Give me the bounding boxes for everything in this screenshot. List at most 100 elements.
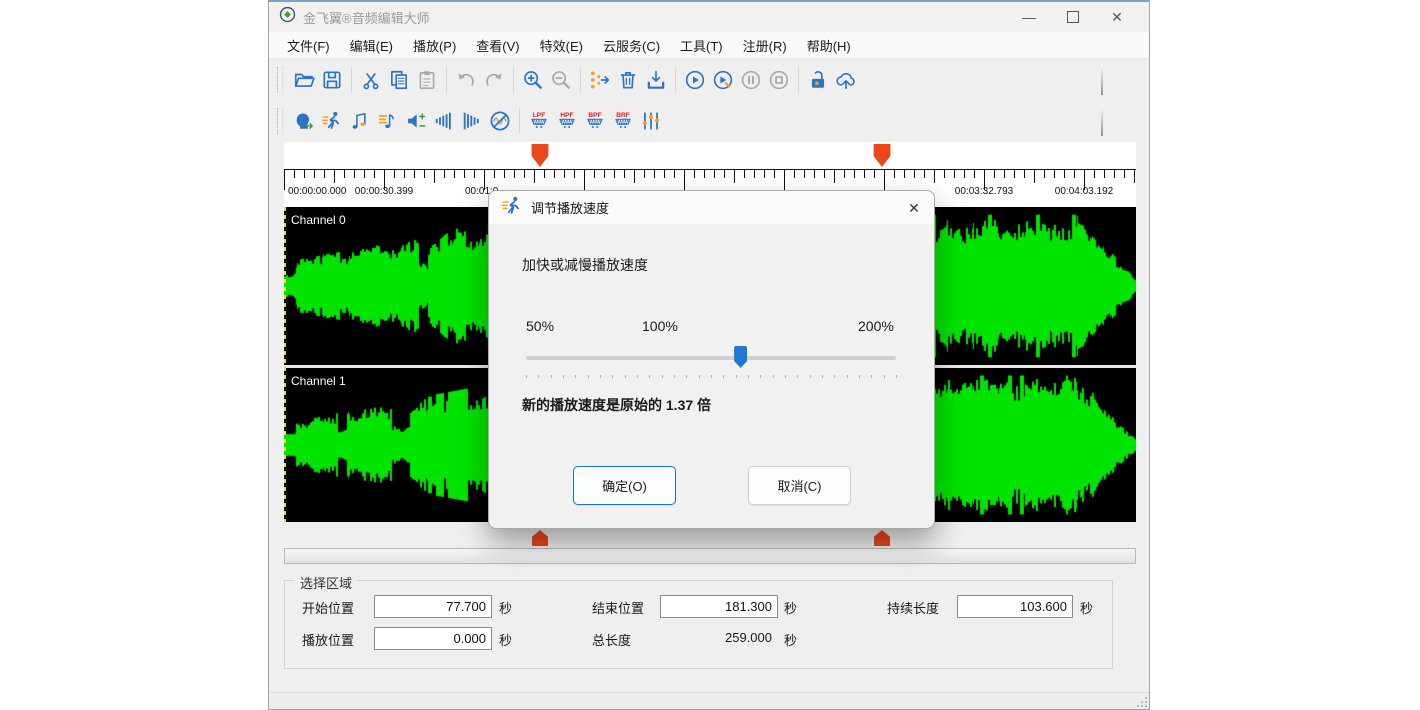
lock-button[interactable] <box>804 65 832 95</box>
speed-slider-track[interactable] <box>526 356 896 360</box>
play-selection-button[interactable] <box>709 65 737 95</box>
ruler-tick <box>734 170 735 183</box>
ruler-tick <box>634 170 635 183</box>
undo-button[interactable] <box>452 65 480 95</box>
slider-tick-marks <box>526 375 896 379</box>
import-audio-button[interactable] <box>642 65 670 95</box>
copy-button[interactable] <box>385 65 413 95</box>
mix-button[interactable] <box>586 65 614 95</box>
maximize-button[interactable] <box>1051 3 1095 31</box>
ruler-tick <box>414 170 415 178</box>
ruler-time-label: 00:00:00.000 <box>288 186 346 197</box>
open-file-button[interactable] <box>290 65 318 95</box>
slider-mid-label: 100% <box>642 318 678 334</box>
menu-item-v[interactable]: 查看(V) <box>466 33 529 58</box>
speed-dialog: 调节播放速度 ✕ 加快或减慢播放速度 50% 100% 200% 新的播放速度是… <box>488 190 935 529</box>
delete-button[interactable] <box>614 65 642 95</box>
toolbar-separator <box>519 108 520 134</box>
slider-tick <box>736 375 737 378</box>
ruler-tick <box>564 170 565 178</box>
selection-end-marker-bottom[interactable] <box>874 530 890 546</box>
ruler-tick <box>754 170 755 178</box>
duration-input[interactable] <box>957 595 1073 618</box>
ruler-tick <box>524 170 525 178</box>
menu-item-f[interactable]: 文件(F) <box>277 33 340 58</box>
tempo-button[interactable] <box>374 106 402 136</box>
close-button[interactable]: ✕ <box>1095 3 1139 31</box>
slider-max-label: 200% <box>858 318 894 334</box>
speed-slider-thumb[interactable] <box>734 346 747 368</box>
play-position-input[interactable] <box>374 627 492 650</box>
zoom-in-button[interactable] <box>519 65 547 95</box>
status-bar <box>269 692 1149 709</box>
volume-button[interactable] <box>402 106 430 136</box>
save-file-button[interactable] <box>318 65 346 95</box>
menu-item-t[interactable]: 工具(T) <box>670 33 733 58</box>
ruler-tick <box>584 170 585 190</box>
dialog-close-button[interactable]: ✕ <box>904 198 924 218</box>
ruler-tick <box>1044 170 1045 178</box>
menu-item-c[interactable]: 云服务(C) <box>593 33 670 58</box>
fade-out-button[interactable] <box>458 106 486 136</box>
toolbar-grip[interactable] <box>277 67 283 93</box>
slider-tick <box>674 375 675 378</box>
ruler-tick <box>934 170 935 183</box>
pitch-button[interactable] <box>346 106 374 136</box>
cancel-button[interactable]: 取消(C) <box>748 466 851 505</box>
selection-start-marker-bottom[interactable] <box>532 530 548 546</box>
menu-item-e[interactable]: 编辑(E) <box>340 33 403 58</box>
menu-item-e[interactable]: 特效(E) <box>530 33 593 58</box>
speed-button[interactable] <box>318 106 346 136</box>
filter-bpf-button[interactable]: BPF <box>581 106 609 136</box>
filter-hpf-button[interactable]: HPF <box>553 106 581 136</box>
slider-tick <box>612 375 613 378</box>
equalizer-button[interactable] <box>637 106 665 136</box>
menu-item-h[interactable]: 帮助(H) <box>797 33 861 58</box>
minimize-button[interactable]: — <box>1007 3 1051 31</box>
fade-in-button[interactable] <box>430 106 458 136</box>
play-button[interactable] <box>681 65 709 95</box>
redo-button[interactable] <box>480 65 508 95</box>
denoise-button[interactable] <box>486 106 514 136</box>
toolbar-grip[interactable] <box>277 108 283 134</box>
ruler-tick <box>1024 170 1025 178</box>
slider-tick <box>711 375 712 378</box>
zoom-out-button[interactable] <box>547 65 575 95</box>
filter-brf-button[interactable]: BRF <box>609 106 637 136</box>
ruler-tick <box>654 170 655 178</box>
slider-tick <box>847 375 848 378</box>
ruler-tick <box>774 170 775 178</box>
menu-item-p[interactable]: 播放(P) <box>403 33 466 58</box>
paste-button[interactable] <box>413 65 441 95</box>
end-position-input[interactable] <box>660 595 778 618</box>
ruler-tick <box>444 170 445 178</box>
ruler-tick <box>644 170 645 178</box>
resize-grip[interactable] <box>1136 696 1147 707</box>
ruler-tick <box>854 170 855 178</box>
stop-button[interactable] <box>765 65 793 95</box>
slider-tick <box>859 375 860 378</box>
ok-button[interactable]: 确定(O) <box>573 466 676 505</box>
cloud-upload-button[interactable] <box>832 65 860 95</box>
svg-text:LPF: LPF <box>533 112 545 119</box>
ruler-tick <box>1104 170 1105 178</box>
ruler-tick <box>324 170 325 178</box>
cut-button[interactable] <box>357 65 385 95</box>
selection-end-marker[interactable] <box>872 144 892 167</box>
ruler-tick <box>724 170 725 178</box>
start-position-input[interactable] <box>374 595 492 618</box>
app-window: 金飞翼®音频编辑大师 — ✕ 文件(F)编辑(E)播放(P)查看(V)特效(E)… <box>268 0 1150 710</box>
slider-tick <box>797 375 798 378</box>
ruler-tick <box>474 170 475 178</box>
voice-change-button[interactable] <box>290 106 318 136</box>
horizontal-scrollbar[interactable] <box>284 548 1136 564</box>
filter-lpf-button[interactable]: LPF <box>525 106 553 136</box>
ruler-tick <box>874 170 875 178</box>
duration-unit-label: 秒 <box>1080 598 1093 617</box>
menu-item-r[interactable]: 注册(R) <box>733 33 797 58</box>
dialog-title-bar[interactable]: 调节播放速度 <box>489 191 934 225</box>
pause-button[interactable] <box>737 65 765 95</box>
selection-start-marker[interactable] <box>530 144 550 167</box>
ruler-tick <box>424 170 425 178</box>
ruler-tick <box>884 170 885 190</box>
